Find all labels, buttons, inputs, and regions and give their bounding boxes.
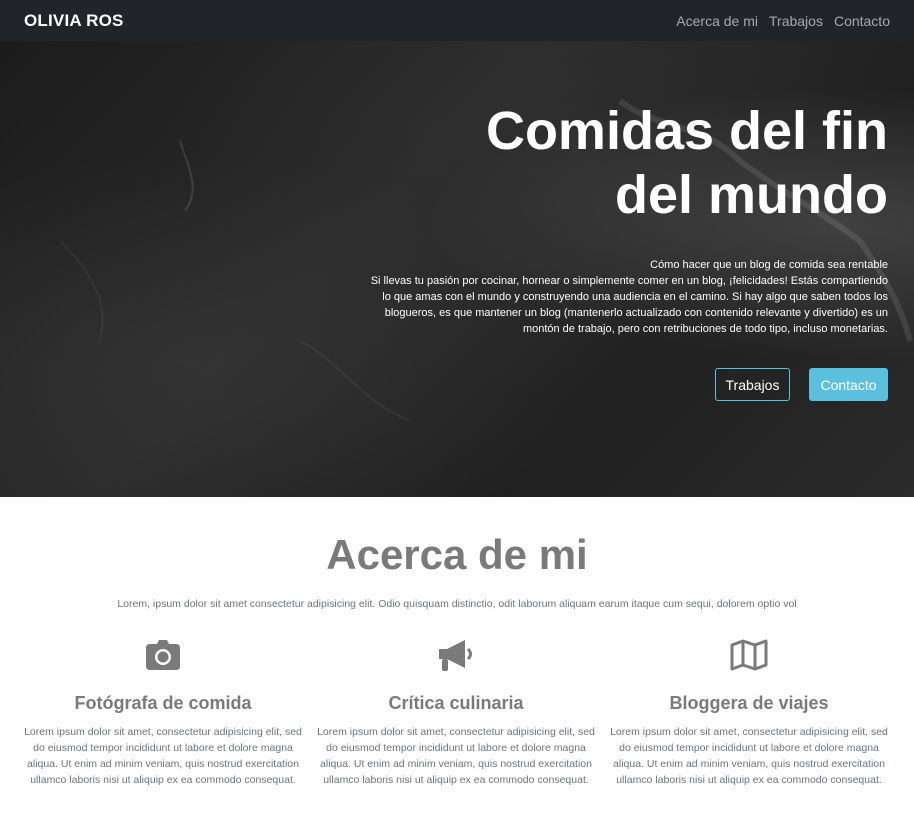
nav-link-about[interactable]: Acerca de mi [676,13,758,29]
hero-title: Comidas del fin del mundo [328,99,888,227]
megaphone-icon [316,637,596,673]
about-title: Acerca de mi [326,531,588,578]
about-column-title: Bloggera de viajes [669,693,829,713]
navbar: OLIVIA ROS Acerca de mi Trabajos Contact… [0,0,914,41]
hero-text: Si llevas tu pasión por cocinar, hornear… [370,275,888,335]
brand-logo[interactable]: OLIVIA ROS [24,11,124,31]
about-column-travel: Bloggera de viajes Lorem ipsum dolor sit… [609,637,889,788]
about-lead: Lorem, ipsum dolor sit amet consectetur … [117,598,797,610]
hero-subtitle: Cómo hacer que un blog de comida sea ren… [650,259,888,271]
contact-button[interactable]: Contacto [809,368,888,401]
hero-title-line1: Comidas del fin [485,101,888,161]
about-column-title: Fotógrafa de comida [74,693,252,713]
hero-section: Comidas del fin del mundo Cómo hacer que… [0,41,914,497]
nav-link-contact[interactable]: Contacto [834,13,890,29]
about-column-title: Crítica culinaria [388,693,524,713]
about-column-critic: Crítica culinaria Lorem ipsum dolor sit … [316,637,596,788]
about-column-text: Lorem ipsum dolor sit amet, consectetur … [24,726,302,786]
hero-title-line2: del mundo [615,165,888,225]
works-button[interactable]: Trabajos [715,368,790,401]
map-icon [609,637,889,673]
nav-links: Acerca de mi Trabajos Contacto [676,13,890,29]
about-column-photographer: Fotógrafa de comida Lorem ipsum dolor si… [23,637,303,788]
nav-link-works[interactable]: Trabajos [769,13,823,29]
camera-icon [23,637,303,673]
about-section: Acerca de mi Lorem, ipsum dolor sit amet… [0,497,914,834]
about-column-text: Lorem ipsum dolor sit amet, consectetur … [317,726,595,786]
about-column-text: Lorem ipsum dolor sit amet, consectetur … [610,726,888,786]
